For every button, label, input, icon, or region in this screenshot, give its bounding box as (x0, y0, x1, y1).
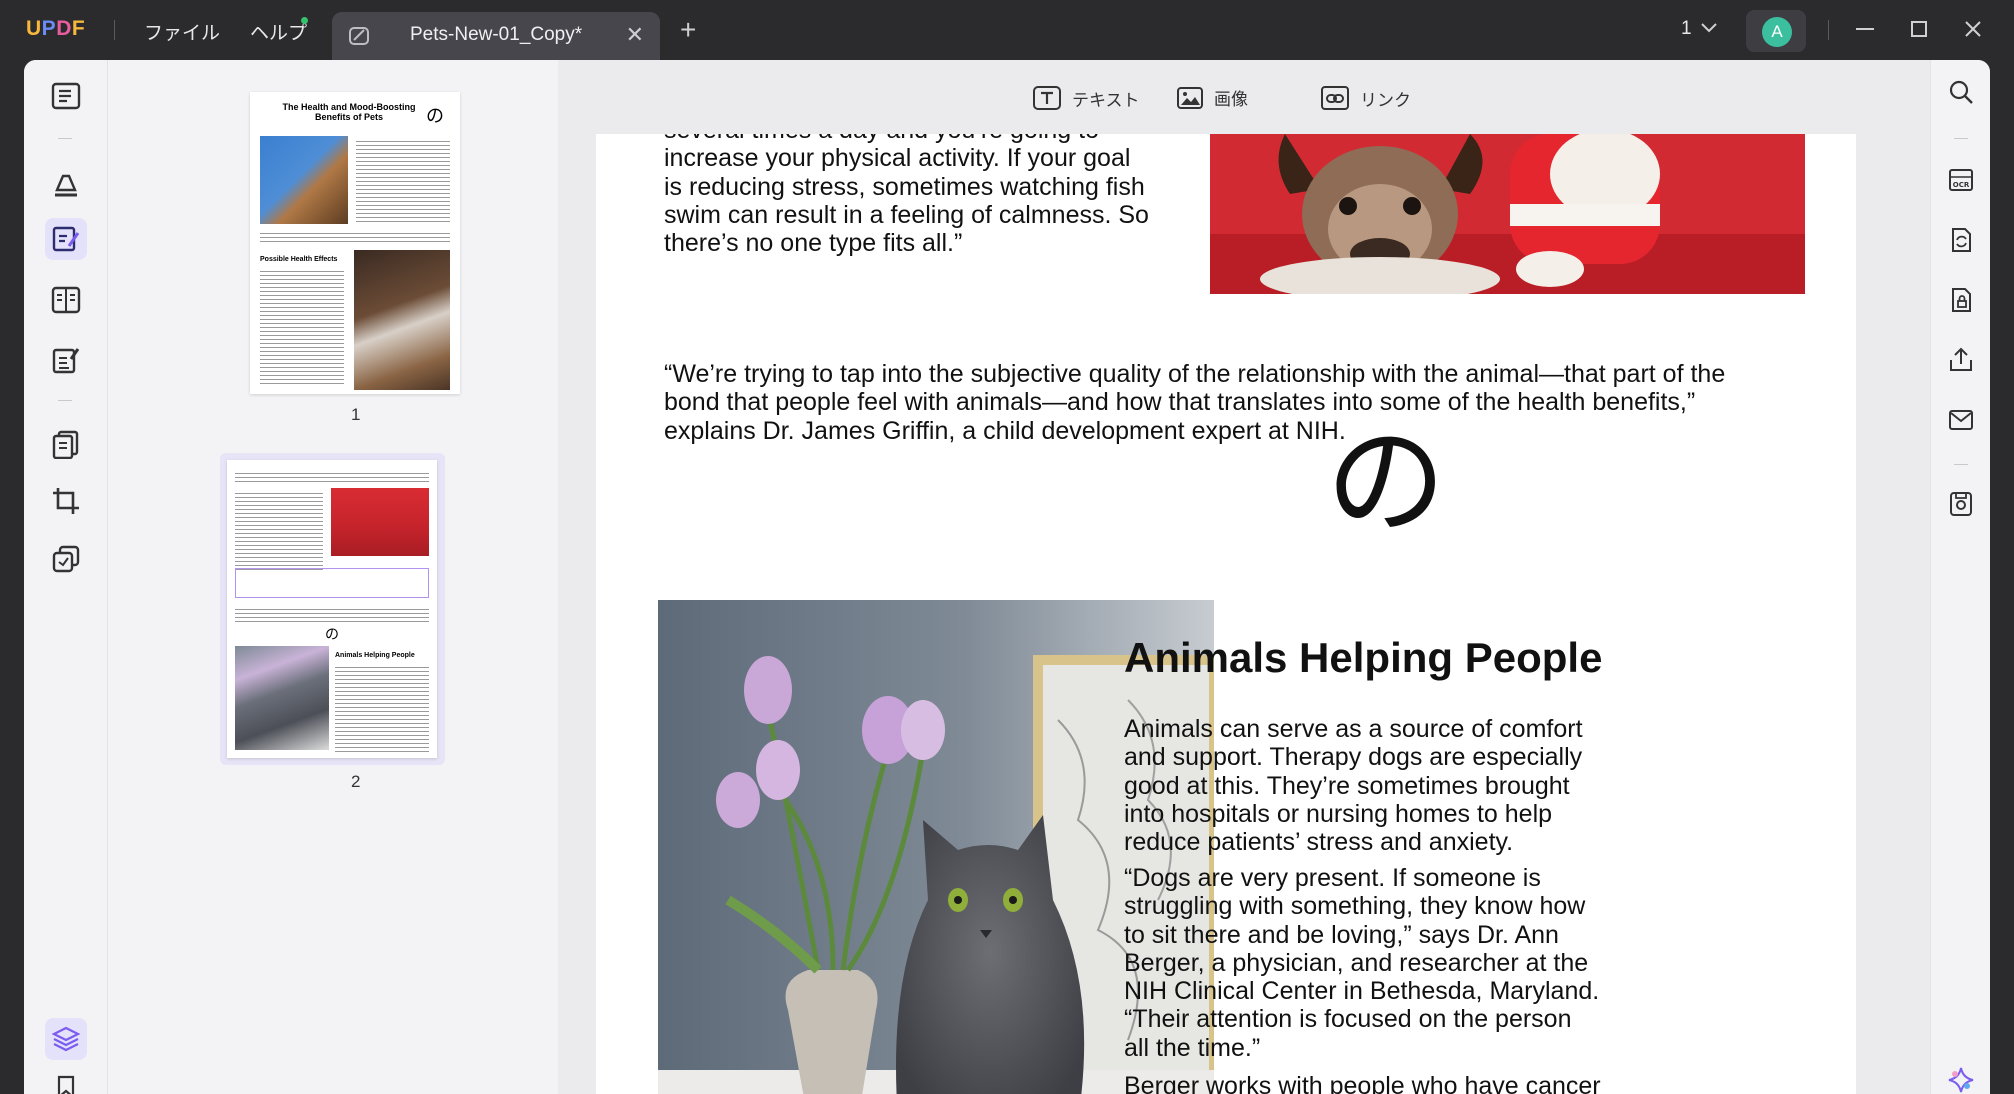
image-icon (1177, 86, 1203, 109)
notification-dot (301, 17, 308, 24)
right-toolbar: OCR (1930, 60, 1990, 1094)
avatar: A (1762, 17, 1792, 47)
add-image-button[interactable]: 画像 (1176, 85, 1248, 110)
paragraph[interactable]: several times a day and you’re going to … (664, 134, 1184, 257)
divider (1828, 20, 1829, 40)
ocr-icon[interactable]: OCR (1947, 166, 1975, 194)
thumbnail-glyph: の (426, 106, 444, 126)
pdf-page[interactable]: several times a day and you’re going to … (596, 134, 1856, 1094)
thumbnail-section: Animals Helping People (335, 652, 415, 659)
email-icon[interactable] (1947, 406, 1975, 434)
link-icon (1321, 86, 1349, 110)
page-thumbnail-2[interactable]: の Animals Helping People (227, 460, 437, 758)
edit-toolbar: テキスト 画像 リンク (558, 60, 1930, 134)
maximize-icon[interactable] (1904, 14, 1934, 44)
close-window-icon[interactable] (1958, 14, 1988, 44)
form-edit-icon[interactable] (45, 339, 87, 381)
menu-file[interactable]: ファイル (144, 18, 220, 45)
divider (114, 20, 115, 40)
comment-highlight-icon[interactable] (45, 162, 87, 204)
title-bar: UPDF ファイル ヘルプ Pets-New-01_Copy* ✕ + 1 A (0, 0, 2014, 60)
account-button[interactable]: A (1746, 10, 1806, 52)
document-area: テキスト 画像 リンク several times a day and you’… (558, 60, 1930, 1094)
thumbnail-title: The Health and Mood-Boosting Benefits of… (282, 102, 416, 122)
app-logo[interactable]: UPDF (26, 17, 85, 41)
thumbnail-glyph: の (325, 626, 339, 642)
thumbnail-panel: The Health and Mood-Boosting Benefits of… (108, 60, 558, 1094)
page-selector[interactable]: 1 (1681, 18, 1692, 40)
document-tab[interactable]: Pets-New-01_Copy* ✕ (332, 12, 660, 60)
add-link-button[interactable]: リンク (1320, 85, 1411, 111)
cat-photo (260, 136, 348, 224)
add-text-label: テキスト (1072, 90, 1140, 110)
add-image-label: 画像 (1214, 90, 1248, 109)
quote-paragraph[interactable]: “We’re trying to tap into the subjective… (664, 360, 1814, 445)
left-toolbar (24, 60, 108, 1094)
section-heading[interactable]: Animals Helping People (1124, 634, 1602, 682)
document-edit-icon (349, 27, 369, 45)
page-thumbnail-1[interactable]: The Health and Mood-Boosting Benefits of… (250, 92, 460, 394)
page-layout-icon[interactable] (45, 279, 87, 321)
cat-vase-photo (235, 646, 329, 750)
tab-close-icon[interactable]: ✕ (626, 22, 644, 48)
thumbnail-number-2: 2 (351, 772, 361, 791)
minimize-icon[interactable] (1850, 14, 1880, 44)
paragraph[interactable]: Animals can serve as a source of comfort… (1124, 715, 1644, 856)
reader-mode-icon[interactable] (45, 75, 87, 117)
paragraph[interactable]: “Dogs are very present. If someone is st… (1124, 864, 1644, 1062)
save-icon[interactable] (1947, 490, 1975, 518)
main-window: The Health and Mood-Boosting Benefits of… (24, 60, 1990, 1094)
protect-icon[interactable] (1947, 286, 1975, 314)
paragraph[interactable]: Berger works with people who have cancer (1124, 1072, 1644, 1094)
batch-tools-icon[interactable] (45, 538, 87, 580)
dogs-in-costume-photo[interactable] (1210, 134, 1805, 294)
tab-title: Pets-New-01_Copy* (410, 24, 583, 45)
share-icon[interactable] (1947, 346, 1975, 374)
chevron-down-icon[interactable] (1700, 22, 1718, 34)
dogs-photo (331, 488, 429, 556)
svg-text:OCR: OCR (1953, 181, 1970, 189)
organize-pages-icon[interactable] (45, 423, 87, 465)
crop-icon[interactable] (45, 480, 87, 522)
menu-help[interactable]: ヘルプ (250, 18, 307, 45)
add-text-button[interactable]: テキスト (1032, 85, 1140, 111)
thumbnail-number-1: 1 (351, 405, 361, 424)
add-link-label: リンク (1360, 90, 1411, 110)
bookmark-icon[interactable] (45, 1066, 87, 1094)
thumbnail-section: Possible Health Effects (260, 256, 338, 263)
ai-assistant-icon[interactable] (1947, 1066, 1975, 1094)
edit-pdf-icon[interactable] (45, 218, 87, 260)
convert-icon[interactable] (1947, 226, 1975, 254)
search-icon[interactable] (1947, 78, 1975, 106)
decorative-glyph[interactable]: の (1326, 384, 1446, 558)
dog-photo (354, 250, 450, 390)
text-icon (1033, 86, 1061, 110)
layers-icon[interactable] (45, 1018, 87, 1060)
new-tab-icon[interactable]: + (680, 16, 696, 44)
